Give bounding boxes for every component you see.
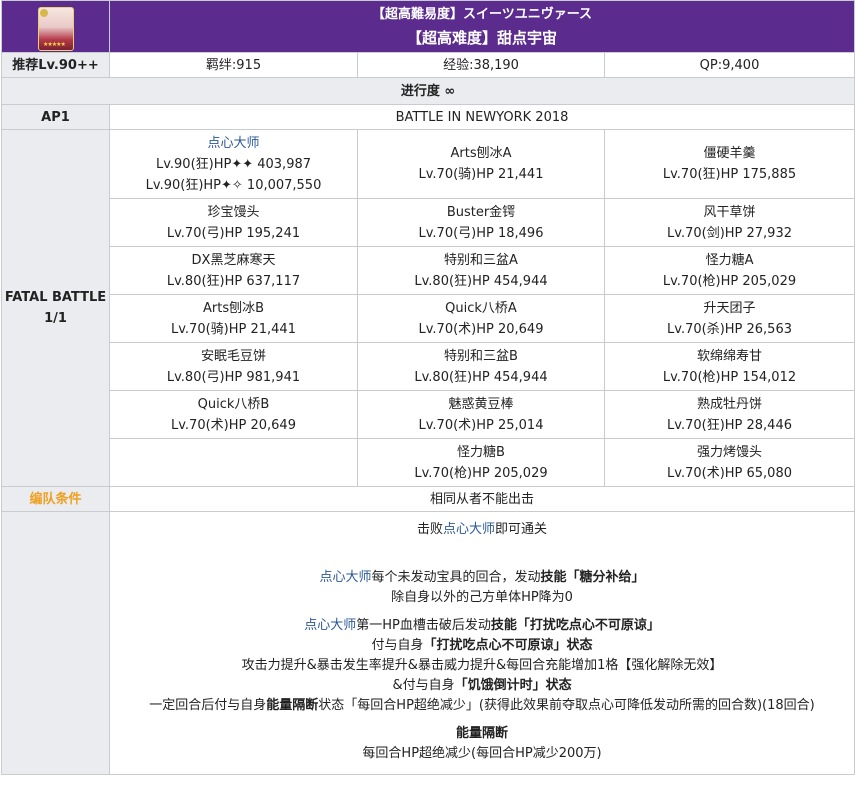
enemy-stat: Lv.80(弓)HP 981,941: [166, 369, 301, 385]
enemy-stat: Lv.70(狂)HP 28,446: [667, 417, 792, 433]
description-label: [1, 511, 110, 775]
boss-link[interactable]: 点心大师: [304, 618, 356, 633]
enemy-name: 强力烤馒头: [697, 444, 763, 460]
progress-bar: 进行度 ∞: [0, 77, 855, 105]
enemy-stat: Lv.70(骑)HP 21,441: [418, 167, 544, 182]
class-badge-icon: [40, 8, 48, 17]
enemy-name: Arts刨冰A: [450, 146, 512, 161]
boss-link[interactable]: 点心大师: [319, 570, 371, 585]
desc-line-9: 能量隔断: [456, 726, 509, 741]
desc-line-3: 除自身以外的己方单体HP降为0: [391, 590, 573, 605]
desc-line-5: 付与自身「打扰吃点心不可原谅」状态: [371, 638, 593, 653]
enemy-cell-5: 风干草饼 Lv.70(剑)HP 27,932: [603, 198, 855, 247]
enemy-cell-1: Arts刨冰A Lv.70(骑)HP 21,441: [357, 129, 605, 199]
enemy-cell-13: 特别和三盆B Lv.80(狂)HP 454,944: [357, 342, 605, 391]
quest-title-jp: 【超高難易度】スイーツユニヴァース: [371, 6, 593, 22]
enemy-name: 软绵绵寿甘: [697, 348, 763, 364]
enemy-cell-20: 强力烤馒头 Lv.70(术)HP 65,080: [603, 438, 855, 487]
desc-line-10: 每回合HP超绝减少(每回合HP减少200万): [362, 746, 602, 761]
enemy-stat: Lv.70(枪)HP 154,012: [662, 369, 797, 385]
enemy-cell-4: Buster金锷 Lv.70(弓)HP 18,496: [357, 198, 605, 247]
enemy-cell-0: 点心大师 Lv.90(狂)HP✦✦ 403,987 Lv.90(狂)HP✦✧ 1…: [109, 129, 358, 199]
enemy-cell-8: 怪力糖A Lv.70(枪)HP 205,029: [603, 246, 855, 295]
info-row: 推荐Lv.90++ 羁绊:915 经验:38,190 QP:9,400: [1, 52, 855, 78]
ap-label: AP1: [1, 104, 110, 130]
enemy-stat: Lv.70(弓)HP 195,241: [166, 225, 301, 241]
enemy-name: DX黑芝麻寒天: [191, 252, 276, 268]
boss-link[interactable]: 点心大师: [443, 522, 495, 537]
enemy-name: 僵硬羊羹: [703, 146, 756, 161]
enemy-name: 怪力糖A: [705, 252, 754, 268]
enemy-stat: Lv.90(狂)HP✦✧ 10,007,550: [145, 177, 322, 193]
team-condition-value: 相同从者不能出击: [108, 486, 855, 512]
enemy-cell-9: Arts刨冰B Lv.70(骑)HP 21,441: [109, 294, 358, 343]
enemy-stat: Lv.70(枪)HP 205,029: [414, 465, 548, 481]
desc-line-6: 攻击力提升&暴击发生率提升&暴击威力提升&每回合充能增加1格【强化解除无效】: [241, 658, 723, 673]
enemy-cell-15: Quick八桥B Lv.70(术)HP 20,649: [109, 390, 358, 439]
recommend-level: 推荐Lv.90++: [1, 52, 110, 78]
enemy-stat: Lv.70(剑)HP 27,932: [667, 225, 792, 241]
enemy-cell-10: Quick八桥A Lv.70(术)HP 20,649: [357, 294, 605, 343]
enemy-name: 怪力糖B: [457, 444, 505, 460]
enemy-link-0[interactable]: 点心大师: [207, 136, 259, 151]
enemy-name: 珍宝馒头: [207, 204, 260, 220]
avatar[interactable]: ★★★★★: [38, 6, 74, 51]
enemy-cell-6: DX黑芝麻寒天 Lv.80(狂)HP 637,117: [109, 246, 358, 295]
enemy-name: 特别和三盆A: [444, 252, 518, 268]
enemy-stat: Lv.70(狂)HP 175,885: [662, 167, 797, 182]
battle-name: BATTLE IN NEWYORK 2018: [108, 104, 855, 130]
enemy-cell-3: 珍宝馒头 Lv.70(弓)HP 195,241: [109, 198, 358, 247]
enemy-name: Buster金锷: [446, 204, 516, 220]
qp-value: QP:9,400: [603, 52, 855, 78]
quest-table: ★★★★★ 【超高難易度】スイーツユニヴァース 【超高难度】甜点宇宙 推荐Lv.…: [0, 0, 855, 775]
enemy-stat: Lv.70(术)HP 25,014: [418, 417, 544, 433]
rarity-stars-icon: ★★★★★: [43, 40, 66, 48]
bond-value: 羁绊:915: [109, 52, 358, 78]
quest-title: 【超高難易度】スイーツユニヴァース 【超高难度】甜点宇宙: [108, 0, 855, 53]
enemy-name: 风干草饼: [703, 204, 756, 220]
desc-line-1: 击败点心大师即可通关: [416, 522, 548, 537]
enemy-name: 安眠毛豆饼: [200, 348, 266, 364]
enemy-cell-2: 僵硬羊羹 Lv.70(狂)HP 175,885: [603, 129, 855, 199]
enemy-cell-11: 升天团子 Lv.70(杀)HP 26,563: [603, 294, 855, 343]
enemy-cell-16: 魅惑黄豆棒 Lv.70(术)HP 25,014: [357, 390, 605, 439]
quest-title-cn: 【超高难度】甜点宇宙: [407, 28, 558, 47]
enemy-cell-19: 怪力糖B Lv.70(枪)HP 205,029: [357, 438, 605, 487]
enemy-name: 熟成牡丹饼: [697, 396, 763, 412]
description: 击败点心大师即可通关 点心大师每个未发动宝具的回合，发动技能「糖分补给」 除自身…: [108, 511, 855, 775]
enemy-cell-17: 熟成牡丹饼 Lv.70(狂)HP 28,446: [603, 390, 855, 439]
desc-line-7: &付与自身「饥饿倒计时」状态: [392, 678, 572, 693]
enemy-stat: Lv.70(枪)HP 205,029: [662, 273, 797, 289]
enemy-name: 魅惑黄豆棒: [448, 396, 514, 412]
battle-label-1: FATAL BATTLE: [4, 290, 107, 305]
exp-value: 经验:38,190: [357, 52, 605, 78]
enemy-name: Arts刨冰B: [202, 300, 265, 316]
header-row: ★★★★★ 【超高難易度】スイーツユニヴァース 【超高难度】甜点宇宙: [1, 0, 855, 53]
battle-label: FATAL BATTLE 1/1: [1, 129, 110, 487]
enemy-stat: Lv.80(狂)HP 637,117: [166, 273, 301, 289]
enemy-stat: Lv.70(杀)HP 26,563: [667, 321, 792, 337]
enemy-stat: Lv.70(术)HP 20,649: [418, 321, 544, 337]
enemy-stat: Lv.70(骑)HP 21,441: [171, 321, 296, 337]
enemy-cell-12: 安眠毛豆饼 Lv.80(弓)HP 981,941: [109, 342, 358, 391]
desc-line-8: 一定回合后付与自身能量隔断状态「每回合HP超绝减少」(获得此效果前夺取点心可降低…: [149, 698, 815, 713]
team-condition-label: 编队条件: [1, 486, 110, 512]
enemy-stat: Lv.70(术)HP 65,080: [667, 465, 792, 481]
enemy-stat: Lv.80(狂)HP 454,944: [414, 273, 548, 289]
battle-label-2: 1/1: [44, 311, 67, 326]
enemy-name: 特别和三盆B: [444, 348, 518, 364]
enemy-name: 升天团子: [703, 300, 756, 316]
enemy-cell-empty: [109, 438, 358, 487]
enemy-stat: Lv.90(狂)HP✦✦ 403,987: [155, 156, 312, 172]
enemy-stat: Lv.70(弓)HP 18,496: [418, 225, 544, 241]
servant-avatar-cell[interactable]: ★★★★★: [1, 0, 110, 53]
enemy-name: Quick八桥B: [197, 396, 270, 412]
enemy-name: Quick八桥A: [445, 300, 517, 316]
desc-line-2: 点心大师每个未发动宝具的回合，发动技能「糖分补给」: [319, 570, 645, 585]
desc-line-4: 点心大师第一HP血槽击破后发动技能「打扰吃点心不可原谅」: [304, 618, 660, 633]
enemy-cell-14: 软绵绵寿甘 Lv.70(枪)HP 154,012: [603, 342, 855, 391]
enemy-stat: Lv.80(狂)HP 454,944: [414, 369, 548, 385]
enemy-cell-7: 特别和三盆A Lv.80(狂)HP 454,944: [357, 246, 605, 295]
enemy-stat: Lv.70(术)HP 20,649: [171, 417, 296, 433]
